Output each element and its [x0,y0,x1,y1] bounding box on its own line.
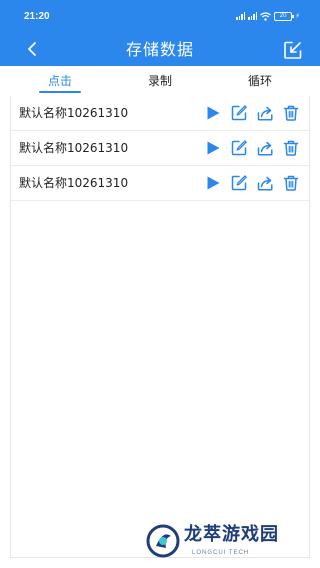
play-icon [207,176,220,190]
status-bar: 21:20 20 ⚡︎ [0,0,320,26]
list-item[interactable]: 默认名称10261310 [11,166,309,201]
wifi-icon [260,11,271,21]
row-actions [203,173,301,193]
row-actions [203,103,301,123]
app-header: 21:20 20 ⚡︎ 存储数据 [0,0,320,66]
play-button[interactable] [203,103,223,123]
delete-icon [283,175,299,191]
delete-icon [283,105,299,121]
watermark: 龙萃游戏园 LONGCUI TECH [146,520,306,562]
share-icon [257,106,273,121]
charging-icon: ⚡︎ [295,11,300,20]
record-name: 默认名称10261310 [19,141,129,155]
delete-button[interactable] [281,173,301,193]
tab-label: 循环 [247,74,272,88]
edit-icon [231,175,247,191]
tab-click[interactable]: 点击 [10,66,110,96]
share-button[interactable] [255,103,275,123]
share-icon [257,176,273,191]
export-button[interactable] [283,40,303,60]
page-title: 存储数据 [125,40,194,59]
row-actions [203,138,301,158]
tab-label: 点击 [47,74,72,88]
edit-icon [231,140,247,156]
delete-button[interactable] [281,138,301,158]
watermark-subtitle: LONGCUI TECH [192,550,250,556]
export-icon [284,41,302,59]
play-button[interactable] [203,173,223,193]
edit-button[interactable] [229,103,249,123]
list-item[interactable]: 默认名称10261310 [11,131,309,166]
battery-icon: 20 [274,11,295,21]
watermark-logo-icon [146,524,180,558]
play-icon [207,106,220,120]
share-icon [257,141,273,156]
watermark-title: 龙萃游戏园 [184,524,279,545]
edit-icon [231,105,247,121]
status-icons: 20 ⚡︎ [236,11,300,21]
tab-loop[interactable]: 循环 [210,66,310,96]
signal-icon [248,12,258,20]
tab-record[interactable]: 录制 [110,66,210,96]
play-button[interactable] [203,138,223,158]
share-button[interactable] [255,173,275,193]
record-name: 默认名称10261310 [19,176,129,190]
edit-button[interactable] [229,138,249,158]
tab-label: 录制 [147,74,172,88]
record-name: 默认名称10261310 [19,106,129,120]
delete-button[interactable] [281,103,301,123]
play-icon [207,141,220,155]
signal-icon [236,12,246,20]
delete-icon [283,140,299,156]
list-item[interactable]: 默认名称10261310 [11,96,309,131]
edit-button[interactable] [229,173,249,193]
share-button[interactable] [255,138,275,158]
tab-bar: 点击 录制 循环 [10,66,310,96]
status-time: 21:20 [24,11,50,22]
records-list: 默认名称10261310 默认名称10261310 默认名称10261310 [10,96,310,558]
tab-active-indicator [39,91,81,93]
